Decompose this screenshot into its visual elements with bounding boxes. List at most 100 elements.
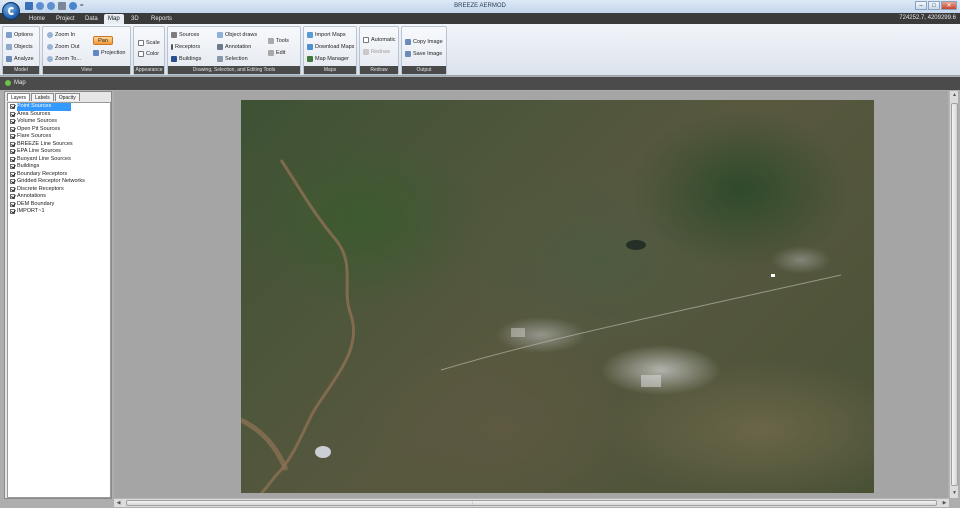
layer-item[interactable]: BREEZE Line Sources xyxy=(8,141,110,149)
close-button[interactable]: ✕ xyxy=(941,1,957,10)
layer-item[interactable]: Boundary Receptors xyxy=(8,171,110,179)
layer-label: EPA Line Sources xyxy=(17,148,61,154)
layer-checkbox[interactable] xyxy=(10,179,15,185)
import-maps-button[interactable]: Import Maps xyxy=(307,30,346,40)
tab-data[interactable]: Data xyxy=(85,14,98,24)
layer-item[interactable]: Point Sources xyxy=(8,103,110,111)
tab-reports[interactable]: Reports xyxy=(151,14,172,24)
ribbon-group-view: Zoom In Zoom Out Zoom To... Pan Projecti… xyxy=(42,26,131,75)
tab-home[interactable]: Home xyxy=(29,14,45,24)
download-maps-icon xyxy=(307,44,313,50)
group-label-output: Output xyxy=(402,66,446,74)
pan-button[interactable]: Pan xyxy=(93,36,113,45)
receptors-button[interactable]: Receptors xyxy=(171,42,200,52)
group-label-maps: Maps xyxy=(304,66,356,74)
save-image-icon xyxy=(405,51,411,57)
checkbox-icon xyxy=(363,37,369,43)
zoom-out-button[interactable]: Zoom Out xyxy=(47,42,79,52)
scroll-left-icon[interactable]: ◀ xyxy=(114,499,123,508)
application-menu-button[interactable] xyxy=(2,2,20,20)
title-bar: = BREEZE AERMOD – □ ✕ xyxy=(0,0,960,13)
horizontal-scroll-thumb[interactable]: ⋮ xyxy=(126,500,937,507)
layer-item[interactable]: Area Sources xyxy=(8,111,110,119)
layer-checkbox[interactable] xyxy=(10,111,15,117)
window-title: BREEZE AERMOD xyxy=(454,3,506,9)
objects-button[interactable]: Objects xyxy=(6,42,33,52)
automatic-toggle[interactable]: Automatic xyxy=(363,35,395,45)
layer-item[interactable]: DEM Boundary xyxy=(8,201,110,209)
layer-checkbox[interactable] xyxy=(10,209,15,215)
layer-checkbox[interactable] xyxy=(10,104,15,110)
layer-checkbox[interactable] xyxy=(10,149,15,155)
options-button[interactable]: Options xyxy=(6,30,33,40)
layer-checkbox[interactable] xyxy=(10,201,15,207)
horizontal-scrollbar[interactable]: ◀ ⋮ ▶ xyxy=(114,498,949,507)
tab-map[interactable]: Map xyxy=(104,14,124,24)
map-canvas[interactable] xyxy=(114,91,948,498)
sources-button[interactable]: Sources xyxy=(171,30,199,40)
zoom-in-button[interactable]: Zoom In xyxy=(47,30,75,40)
buildings-button[interactable]: Buildings xyxy=(171,54,201,64)
scroll-right-icon[interactable]: ▶ xyxy=(940,499,949,508)
layer-checkbox[interactable] xyxy=(10,194,15,200)
layer-item[interactable]: Gridded Receptor Networks xyxy=(8,178,110,186)
scroll-up-icon[interactable]: ▲ xyxy=(950,91,959,100)
map-manager-button[interactable]: Map Manager xyxy=(307,54,349,64)
layer-label: BREEZE Line Sources xyxy=(17,140,73,147)
layer-item[interactable]: Buoyant Line Sources xyxy=(8,156,110,164)
layer-item[interactable]: Open Pit Sources xyxy=(8,126,110,134)
redraw-button[interactable]: Redraw xyxy=(363,47,390,57)
vertical-scroll-thumb[interactable] xyxy=(951,103,958,486)
layer-item[interactable]: Volume Sources xyxy=(8,118,110,126)
scroll-down-icon[interactable]: ▼ xyxy=(950,489,959,498)
app-orb-icon xyxy=(8,7,15,15)
layer-item[interactable]: IMPORT~1 xyxy=(8,208,110,216)
tab-3d[interactable]: 3D xyxy=(131,14,139,24)
satellite-map-image[interactable] xyxy=(241,100,874,493)
color-button[interactable]: Color xyxy=(138,49,159,59)
map-panel-header: Map xyxy=(0,77,960,90)
coordinate-readout: 724252.7, 4209299.6 xyxy=(899,15,956,21)
layer-label: IMPORT~1 xyxy=(17,208,45,214)
zoom-to-button[interactable]: Zoom To... xyxy=(47,54,81,64)
projection-icon xyxy=(93,50,99,56)
zoom-in-icon xyxy=(47,32,53,38)
layer-checkbox[interactable] xyxy=(10,171,15,177)
layer-checkbox[interactable] xyxy=(10,134,15,140)
layer-checkbox[interactable] xyxy=(10,119,15,125)
group-label-redraw: Redraw xyxy=(360,66,398,74)
tab-project[interactable]: Project xyxy=(56,14,75,24)
tab-opacity[interactable]: Opacity xyxy=(54,93,80,101)
layer-checkbox[interactable] xyxy=(10,164,15,170)
layer-item[interactable]: Flare Sources xyxy=(8,133,110,141)
copy-image-button[interactable]: Copy Image xyxy=(405,37,443,47)
layer-checkbox[interactable] xyxy=(10,186,15,192)
object-draws-button[interactable]: Object draws xyxy=(217,30,257,40)
redraw-icon xyxy=(363,49,369,55)
layer-checkbox[interactable] xyxy=(10,126,15,132)
layer-item[interactable]: Discrete Receptors xyxy=(8,186,110,194)
analyze-button[interactable]: Analyze xyxy=(6,54,34,64)
scroll-grip-icon: ⋮ xyxy=(470,501,475,507)
annotation-button[interactable]: Annotation xyxy=(217,42,251,52)
edit-button[interactable]: Edit xyxy=(268,48,285,58)
selection-button[interactable]: Selection xyxy=(217,54,248,64)
tools-button[interactable]: Tools xyxy=(268,36,289,46)
layer-list: Point Sources Area Sources Volume Sources O… xyxy=(7,102,111,498)
save-image-button[interactable]: Save Image xyxy=(405,49,442,59)
maximize-button[interactable]: □ xyxy=(928,1,940,10)
tab-layers[interactable]: Layers xyxy=(7,93,31,101)
tab-labels[interactable]: Labels xyxy=(31,93,54,101)
copy-image-icon xyxy=(405,39,411,45)
projection-button[interactable]: Projection xyxy=(93,48,125,58)
layer-item[interactable]: Buildings xyxy=(8,163,110,171)
download-maps-button[interactable]: Download Maps xyxy=(307,42,354,52)
layer-checkbox[interactable] xyxy=(10,156,15,162)
minimize-button[interactable]: – xyxy=(915,1,927,10)
layer-item[interactable]: EPA Line Sources xyxy=(8,148,110,156)
layer-checkbox[interactable] xyxy=(10,141,15,147)
scale-button[interactable]: Scale xyxy=(138,38,160,48)
layer-item[interactable]: Annotations xyxy=(8,193,110,201)
vertical-scrollbar[interactable]: ▲ ▼ xyxy=(949,91,958,498)
color-icon xyxy=(138,51,144,57)
